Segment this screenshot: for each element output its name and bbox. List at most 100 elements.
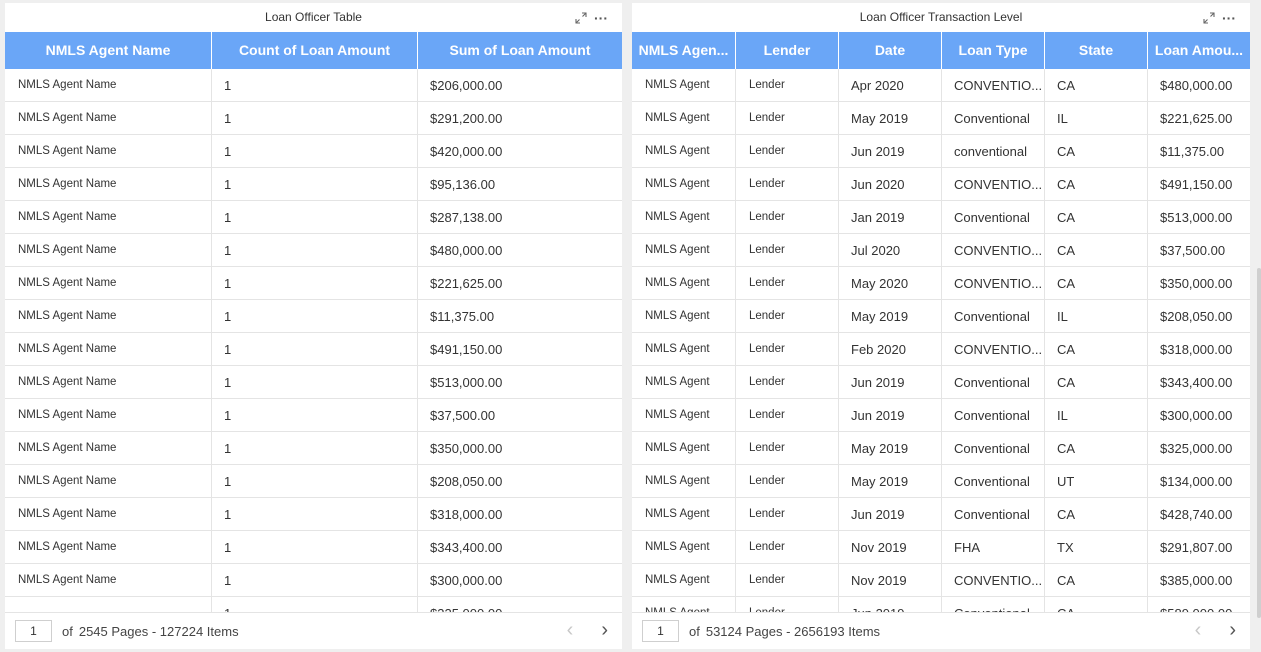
table-row[interactable]: NMLS Agent Lender Nov 2019 FHA TX $291,807.00 <box>632 531 1250 564</box>
table-row[interactable]: NMLS Agent Name 1 $350,000.00 <box>5 432 622 465</box>
cell-text: $37,500.00 <box>1160 242 1226 258</box>
table-cell: CA <box>1045 234 1148 266</box>
table-cell: $37,500.00 <box>418 399 622 431</box>
chevron-left-icon[interactable]: ‹ <box>567 620 574 640</box>
table-row[interactable]: NMLS Agent Lender Jun 2019 conventional CA $1… <box>632 135 1250 168</box>
table-row[interactable]: NMLS Agent Lender Apr 2020 CONVENTIO... CA $4… <box>632 69 1250 102</box>
table-body[interactable]: NMLS Agent Name 1 $206,000.00 NMLS Agent Na… <box>5 69 622 614</box>
table-cell: CONVENTIO... <box>942 564 1045 596</box>
table-cell: NMLS Agent <box>632 333 736 365</box>
table-cell: NMLS Agent Name <box>5 267 212 299</box>
page-number-input[interactable]: 1 <box>642 620 679 642</box>
cell-text: $95,136.00 <box>430 176 496 192</box>
table-row[interactable]: NMLS Agent Name 1 $420,000.00 <box>5 135 622 168</box>
cell-text: Lender <box>749 244 785 256</box>
table-row[interactable]: NMLS Agent Lender May 2019 Conventional UT $1… <box>632 465 1250 498</box>
table-row[interactable]: NMLS Agent Lender May 2020 CONVENTIO... CA $3… <box>632 267 1250 300</box>
expand-icon[interactable] <box>1202 11 1216 25</box>
table-cell: NMLS Agent <box>632 498 736 530</box>
table-row[interactable]: NMLS Agent Lender Jan 2019 Conventional CA $5… <box>632 201 1250 234</box>
table-row[interactable]: NMLS Agent Name 1 $491,150.00 <box>5 333 622 366</box>
cell-text: NMLS Agent Name <box>18 277 117 289</box>
chevron-right-icon[interactable]: › <box>601 620 608 640</box>
table-row[interactable]: NMLS Agent Name 1 $480,000.00 <box>5 234 622 267</box>
cell-text: Feb 2020 <box>851 341 906 357</box>
cell-text: IL <box>1057 407 1068 423</box>
table-row[interactable]: NMLS Agent Name 1 $206,000.00 <box>5 69 622 102</box>
table-row[interactable]: NMLS Agent Lender Feb 2020 CONVENTIO... CA $3… <box>632 333 1250 366</box>
chevron-right-icon[interactable]: › <box>1229 620 1236 640</box>
column-header[interactable]: Sum of Loan Amount <box>418 32 622 69</box>
cell-text: NMLS Agent Name <box>18 376 117 388</box>
table-cell: 1 <box>212 399 418 431</box>
table-row[interactable]: NMLS Agent Lender Jun 2019 Conventional CA $4… <box>632 498 1250 531</box>
table-row[interactable]: NMLS Agent Name 1 $513,000.00 <box>5 366 622 399</box>
table-cell: NMLS Agent <box>632 399 736 431</box>
table-cell: $291,200.00 <box>418 102 622 134</box>
column-header[interactable]: Loan Amou... <box>1148 32 1250 69</box>
table-row[interactable]: NMLS Agent Lender May 2019 Conventional IL $2… <box>632 300 1250 333</box>
table-cell: NMLS Agent <box>632 234 736 266</box>
column-header[interactable]: Count of Loan Amount <box>212 32 418 69</box>
table-row[interactable]: NMLS Agent Lender Nov 2019 CONVENTIO... CA $3… <box>632 564 1250 597</box>
table-body[interactable]: NMLS Agent Lender Apr 2020 CONVENTIO... CA $4… <box>632 69 1250 614</box>
cell-text: 1 <box>224 209 232 225</box>
table-cell: NMLS Agent <box>632 102 736 134</box>
cell-text: Conventional <box>954 440 1030 456</box>
cell-text: Conventional <box>954 506 1030 522</box>
table-cell: $206,000.00 <box>418 69 622 101</box>
table-row[interactable]: NMLS Agent Name 1 $291,200.00 <box>5 102 622 135</box>
table-cell: $318,000.00 <box>418 498 622 530</box>
column-header[interactable]: Date <box>839 32 942 69</box>
column-header[interactable]: State <box>1045 32 1148 69</box>
cell-text: CA <box>1057 242 1076 258</box>
cell-text: NMLS Agent <box>645 442 710 454</box>
table-row[interactable]: NMLS Agent Lender Jun 2019 Conventional CA $3… <box>632 366 1250 399</box>
column-header[interactable]: Lender <box>736 32 839 69</box>
table-cell: NMLS Agent Name <box>5 465 212 497</box>
page-number-input[interactable]: 1 <box>15 620 52 642</box>
table-row[interactable]: NMLS Agent Name 1 $11,375.00 <box>5 300 622 333</box>
expand-icon[interactable] <box>574 11 588 25</box>
more-options-icon[interactable]: ··· <box>594 11 608 25</box>
table-row[interactable]: NMLS Agent Lender Jun 2020 CONVENTIO... CA $4… <box>632 168 1250 201</box>
table-cell: CONVENTIO... <box>942 168 1045 200</box>
column-header[interactable]: NMLS Agen... <box>632 32 736 69</box>
table-cell: $134,000.00 <box>1148 465 1250 497</box>
cell-text: NMLS Agent Name <box>18 79 117 91</box>
cell-text: NMLS Agent Name <box>18 574 117 586</box>
cell-text: $287,138.00 <box>430 209 503 225</box>
table-row[interactable]: NMLS Agent Name 1 $208,050.00 <box>5 465 622 498</box>
table-cell: NMLS Agent Name <box>5 201 212 233</box>
table-row[interactable]: NMLS Agent Name 1 $287,138.00 <box>5 201 622 234</box>
table-row[interactable]: NMLS Agent Lender May 2019 Conventional IL $2… <box>632 102 1250 135</box>
table-row[interactable]: NMLS Agent Name 1 $343,400.00 <box>5 531 622 564</box>
cell-text: NMLS Agent Name <box>18 343 117 355</box>
pager-info: 53124 Pages - 2656193 Items <box>705 623 881 639</box>
cell-text: NMLS Agent Name <box>18 112 117 124</box>
table-row[interactable]: NMLS Agent Lender Jun 2019 Conventional IL $3… <box>632 399 1250 432</box>
table-row[interactable]: NMLS Agent Name 1 $37,500.00 <box>5 399 622 432</box>
cell-text: $325,000.00 <box>1160 440 1233 456</box>
table-row[interactable]: NMLS Agent Name 1 $95,136.00 <box>5 168 622 201</box>
table-row[interactable]: NMLS Agent Name 1 $318,000.00 <box>5 498 622 531</box>
table-cell: Lender <box>736 366 839 398</box>
table-row[interactable]: NMLS Agent Name 1 $300,000.00 <box>5 564 622 597</box>
table-cell: UT <box>1045 465 1148 497</box>
chevron-left-icon[interactable]: ‹ <box>1195 620 1202 640</box>
table-row[interactable]: NMLS Agent Name 1 $221,625.00 <box>5 267 622 300</box>
vertical-scrollbar[interactable] <box>1257 268 1261 618</box>
table-cell: NMLS Agent Name <box>5 69 212 101</box>
table-row[interactable]: NMLS Agent Lender Jul 2020 CONVENTIO... CA $3… <box>632 234 1250 267</box>
table-cell: 1 <box>212 333 418 365</box>
table-row[interactable]: NMLS Agent Lender May 2019 Conventional CA $3… <box>632 432 1250 465</box>
table-cell: $385,000.00 <box>1148 564 1250 596</box>
cell-text: NMLS Agent <box>645 277 710 289</box>
table-cell: Conventional <box>942 201 1045 233</box>
table-cell: $291,807.00 <box>1148 531 1250 563</box>
table-cell: IL <box>1045 300 1148 332</box>
more-options-icon[interactable]: ··· <box>1222 11 1236 25</box>
cell-text: $513,000.00 <box>430 374 503 390</box>
column-header[interactable]: NMLS Agent Name <box>5 32 212 69</box>
column-header[interactable]: Loan Type <box>942 32 1045 69</box>
